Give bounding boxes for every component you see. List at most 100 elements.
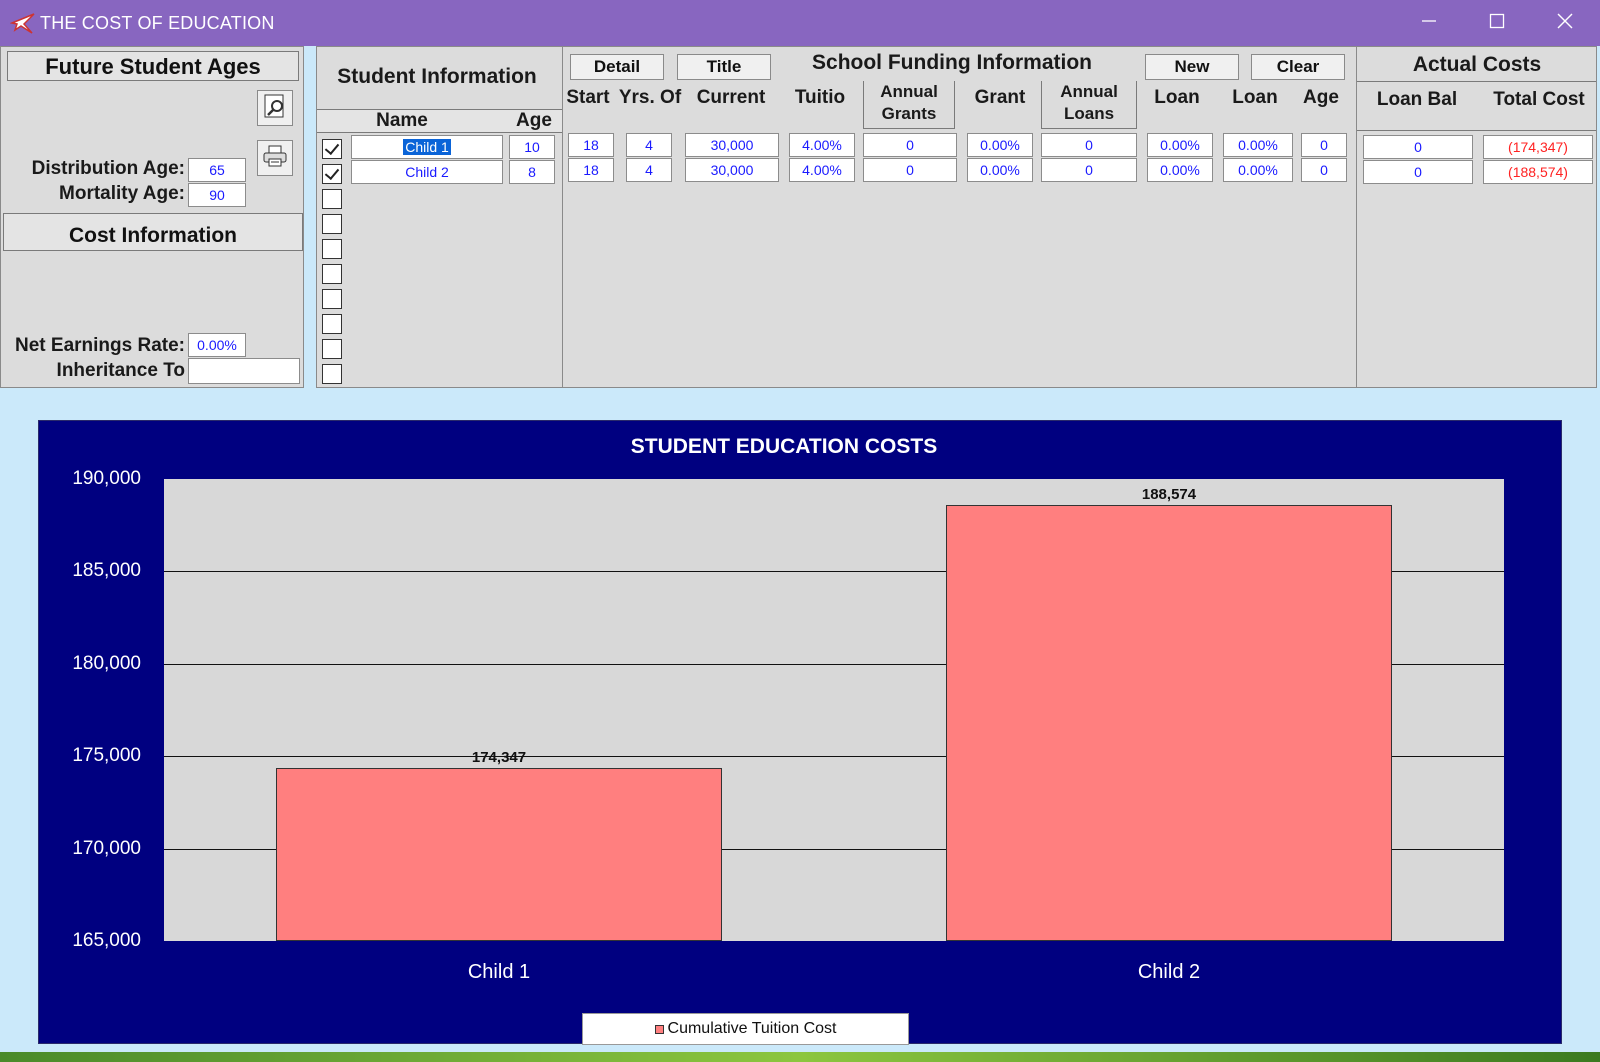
legend-swatch [654, 1024, 664, 1034]
annual-loans-field[interactable]: 0 [1041, 133, 1137, 157]
close-button[interactable] [1534, 0, 1596, 46]
school-funding-title: School Funding Information [812, 51, 1092, 74]
preview-button[interactable] [257, 90, 293, 126]
yrs-of-field[interactable]: 4 [626, 133, 672, 157]
column-annual-loans-line2: Loans [1063, 104, 1115, 123]
distribution-age-label: Distribution Age: [31, 158, 185, 179]
tuition-field[interactable]: 4.00% [789, 158, 855, 182]
tuition-field[interactable]: 4.00% [789, 133, 855, 157]
column-age: Age [1303, 87, 1339, 108]
chart-legend: Cumulative Tuition Cost [582, 1013, 909, 1045]
column-annual-grants-line1: Annual [880, 82, 938, 101]
y-tick-label: 175,000 [72, 745, 141, 767]
x-tick-label: Child 1 [467, 961, 531, 983]
new-button[interactable]: New [1145, 54, 1239, 80]
student-age-field[interactable]: 10 [509, 135, 555, 159]
yrs-of-field[interactable]: 4 [626, 158, 672, 182]
bar [275, 768, 723, 941]
student-row-7-checkbox[interactable] [322, 289, 342, 309]
loan-field[interactable]: 0.00% [1223, 158, 1293, 182]
student-row-2-checkbox[interactable] [322, 164, 342, 184]
y-tick-label: 185,000 [72, 560, 141, 582]
start-field[interactable]: 18 [568, 158, 614, 182]
total-cost-field[interactable]: (188,574) [1483, 160, 1593, 184]
selected-text: Child 1 [403, 139, 451, 155]
window-title: THE COST OF EDUCATION [40, 13, 275, 33]
current-field[interactable]: 30,000 [685, 158, 779, 182]
education-costs-chart: STUDENT EDUCATION COSTS 190,000 185,000 18… [38, 420, 1562, 1045]
distribution-age-field[interactable]: 65 [188, 158, 246, 182]
chart-title: STUDENT EDUCATION COSTS [630, 435, 938, 458]
column-grant: Grant [974, 87, 1026, 108]
minimize-icon [1421, 13, 1437, 34]
column-total-cost: Total Cost [1493, 89, 1585, 110]
x-tick-label: Child 2 [1137, 961, 1201, 983]
student-row-4-checkbox[interactable] [322, 214, 342, 234]
annual-grants-field[interactable]: 0 [863, 133, 957, 157]
annual-grants-field[interactable]: 0 [863, 158, 957, 182]
column-tuition: Tuitio [794, 87, 846, 108]
inheritance-to-field[interactable] [188, 358, 300, 384]
age-field[interactable]: 0 [1301, 158, 1347, 182]
cost-information-header: Cost Information [3, 213, 303, 251]
student-name-field[interactable]: Child 2 [351, 160, 503, 184]
total-cost-field[interactable]: (174,347) [1483, 135, 1593, 159]
column-start: Start [566, 87, 610, 108]
y-tick-label: 180,000 [72, 652, 141, 674]
maximize-button[interactable] [1466, 0, 1528, 46]
age-field[interactable]: 0 [1301, 133, 1347, 157]
start-field[interactable]: 18 [568, 133, 614, 157]
inheritance-to-label: Inheritance To [56, 360, 185, 381]
loan-field[interactable]: 0.00% [1147, 158, 1213, 182]
student-information-header: Student Information [337, 65, 537, 88]
loan-field[interactable]: 0.00% [1147, 133, 1213, 157]
y-tick-label: 170,000 [72, 837, 141, 859]
column-age: Age [516, 110, 552, 131]
future-ages-panel: Future Student Ages Distribution Age: 65… [0, 46, 304, 388]
maximize-icon [1489, 13, 1505, 34]
student-row-10-checkbox[interactable] [322, 364, 342, 384]
title-bar: THE COST OF EDUCATION [0, 0, 1600, 46]
loan-field[interactable]: 0.00% [1223, 133, 1293, 157]
column-current: Current [696, 87, 766, 108]
loan-bal-field[interactable]: 0 [1363, 160, 1473, 184]
student-row-6-checkbox[interactable] [322, 264, 342, 284]
net-earnings-rate-label: Net Earnings Rate: [15, 335, 185, 356]
net-earnings-rate-field[interactable]: 0.00% [188, 333, 246, 357]
detail-button[interactable]: Detail [570, 54, 664, 80]
column-loan: Loan [1154, 87, 1200, 108]
mortality-age-field[interactable]: 90 [188, 183, 246, 207]
printer-icon [262, 144, 288, 173]
plot-area: 174,347 188,574 [164, 479, 1504, 941]
minimize-button[interactable] [1398, 0, 1460, 46]
column-annual-loans-line1: Annual [1060, 82, 1118, 101]
student-row-8-checkbox[interactable] [322, 314, 342, 334]
student-row-5-checkbox[interactable] [322, 239, 342, 259]
column-yrs-of: Yrs. Of [618, 87, 682, 108]
grant-field[interactable]: 0.00% [967, 158, 1033, 182]
column-name: Name [376, 110, 428, 131]
actual-costs-panel: Actual Costs Loan Bal Total Cost 0 (174,… [1356, 46, 1597, 388]
y-tick-label: 165,000 [72, 930, 141, 951]
school-funding-panel: Detail Title School Funding Information … [562, 46, 1358, 388]
column-loan-bal: Loan Bal [1376, 89, 1458, 110]
annual-loans-field[interactable]: 0 [1041, 158, 1137, 182]
column-annual-grants-line2: Grants [881, 104, 937, 123]
loan-bal-field[interactable]: 0 [1363, 135, 1473, 159]
bar [945, 505, 1393, 941]
mortality-age-label: Mortality Age: [59, 183, 185, 204]
student-age-field[interactable]: 8 [509, 160, 555, 184]
current-field[interactable]: 30,000 [685, 133, 779, 157]
title-button[interactable]: Title [677, 54, 771, 80]
print-button[interactable] [257, 140, 293, 176]
data-label: 188,574 [1141, 486, 1197, 504]
grant-field[interactable]: 0.00% [967, 133, 1033, 157]
preview-icon [262, 93, 288, 124]
student-row-9-checkbox[interactable] [322, 339, 342, 359]
student-row-1-checkbox[interactable] [322, 139, 342, 159]
future-ages-header: Future Student Ages [7, 51, 299, 81]
clear-button[interactable]: Clear [1251, 54, 1345, 80]
student-name-field[interactable]: Child 1 [351, 135, 503, 159]
student-row-3-checkbox[interactable] [322, 189, 342, 209]
y-tick-label: 190,000 [72, 468, 141, 489]
